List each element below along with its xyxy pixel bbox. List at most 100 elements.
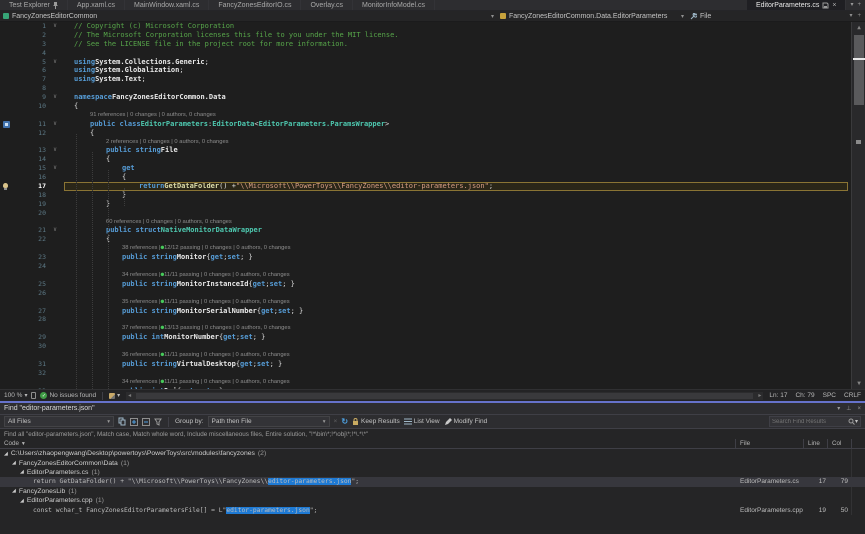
glyph-margin[interactable] [0, 253, 16, 262]
codelens-row[interactable]: 91 references | 0 changes | 0 authors, 0… [0, 111, 865, 120]
glyph-margin[interactable] [0, 191, 16, 200]
horizontal-scrollbar[interactable]: ◂ ▸ [126, 392, 763, 400]
codelens-text[interactable]: 36 references | [122, 351, 161, 360]
close-tab-icon[interactable]: × [832, 2, 836, 9]
glyph-margin[interactable] [0, 244, 16, 253]
tab-app-xaml-cs[interactable]: App.xaml.cs [68, 0, 125, 10]
filter-icon[interactable] [154, 418, 162, 426]
glyph-margin[interactable] [0, 129, 16, 138]
search-find-results-input[interactable] [772, 419, 848, 425]
tree-expand-icon[interactable]: ◢ [4, 451, 8, 457]
codelens-text[interactable]: 34 references | [122, 378, 161, 387]
code-line[interactable]: 12{ [0, 129, 865, 138]
glyph-margin[interactable] [0, 138, 16, 147]
find-panel-titlebar[interactable]: Find "editor-parameters.json" ▾ ⊥ × [0, 403, 865, 414]
codelens-text[interactable]: 91 references | 0 changes | 0 authors, 0… [90, 111, 216, 120]
fold-collapse-icon[interactable]: ∨ [46, 58, 64, 67]
code-line[interactable]: 28 [0, 315, 865, 324]
codelens-row[interactable]: 35 references | ● 11/11 passing | 0 chan… [0, 298, 865, 307]
codelens-text[interactable]: 38 references | [122, 244, 161, 253]
code-line[interactable]: 22{ [0, 235, 865, 244]
code-line[interactable]: 25public string MonitorInstanceId { get;… [0, 280, 865, 289]
save-icon[interactable] [822, 2, 829, 9]
scope-dropdown[interactable]: All Files ▾ [4, 416, 114, 427]
horizontal-scrollbar-thumb[interactable] [136, 393, 753, 399]
split-window-icon[interactable]: + [857, 13, 861, 19]
search-icon[interactable] [848, 418, 855, 425]
close-panel-icon[interactable]: × [857, 406, 861, 412]
code-line[interactable]: 30 [0, 342, 865, 351]
codelens-text[interactable]: 11/11 passing | 0 changes | 0 authors, 0… [164, 351, 290, 360]
codelens-row[interactable]: 34 references | ● 11/11 passing | 0 chan… [0, 271, 865, 280]
glyph-margin[interactable] [0, 235, 16, 244]
pin-icon[interactable]: ⊥ [846, 405, 851, 412]
glyph-margin[interactable] [0, 155, 16, 164]
code-line[interactable]: 9∨namespace FancyZonesEditorCommon.Data [0, 93, 865, 102]
codelens-text[interactable]: 34 references | [122, 271, 161, 280]
margin-reference-icon[interactable] [3, 121, 10, 128]
glyph-margin[interactable] [0, 262, 16, 271]
glyph-margin[interactable] [0, 75, 16, 84]
code-line[interactable]: 23public string Monitor { get; set; } [0, 253, 865, 262]
line-ending-indicator[interactable]: CRLF [840, 392, 865, 399]
glyph-margin[interactable] [0, 298, 16, 307]
codelens-text[interactable]: 35 references | [122, 298, 161, 307]
glyph-margin[interactable] [0, 324, 16, 333]
codelens-text[interactable]: 2 references | 0 changes | 0 authors, 0 … [106, 138, 229, 147]
scroll-right-icon[interactable]: ▸ [758, 392, 761, 399]
glyph-margin[interactable] [0, 58, 16, 67]
code-line[interactable]: 1∨// Copyright (c) Microsoft Corporation [0, 22, 865, 31]
tab-list-chevron-icon[interactable]: ▾ [850, 2, 853, 8]
window-position-icon[interactable]: ▾ [837, 405, 840, 412]
glyph-margin[interactable] [0, 280, 16, 289]
tree-expand-icon[interactable]: ◢ [12, 460, 16, 466]
class-dropdown[interactable]: FancyZonesEditorCommon.Data.EditorParame… [497, 11, 687, 22]
scrollbar-thumb[interactable] [854, 35, 864, 105]
codelens-row[interactable]: 37 references | ● 13/13 passing | 0 chan… [0, 324, 865, 333]
scroll-down-icon[interactable]: ▼ [852, 379, 865, 388]
tab-editorparameters[interactable]: EditorParameters.cs × [747, 0, 847, 10]
glyph-margin[interactable] [0, 182, 16, 191]
code-line[interactable]: 24 [0, 262, 865, 271]
glyph-margin[interactable] [0, 173, 16, 182]
code-line[interactable]: 6using System.Globalization; [0, 66, 865, 75]
project-dropdown[interactable]: FancyZonesEditorCommon ▾ [0, 11, 497, 22]
tab-test-explorer[interactable]: Test Explorer [0, 0, 68, 10]
codelens-text[interactable]: 11/11 passing | 0 changes | 0 authors, 0… [164, 378, 290, 387]
glyph-margin[interactable] [0, 111, 16, 120]
tree-expand-icon[interactable]: ◢ [20, 469, 24, 475]
indent-mode-indicator[interactable]: SPC [819, 392, 840, 399]
code-line[interactable]: 10{ [0, 102, 865, 111]
glyph-margin[interactable] [0, 164, 16, 173]
code-line[interactable]: 17return GetDataFolder() + "\\Microsoft\… [0, 182, 865, 191]
fold-collapse-icon[interactable]: ∨ [46, 22, 64, 31]
lightbulb-icon[interactable] [3, 183, 8, 188]
code-line[interactable]: 4 [0, 49, 865, 58]
copy-icon[interactable] [118, 417, 126, 426]
find-result-group[interactable]: ◢FancyZonesEditorCommon\Data(1) [0, 458, 865, 467]
fold-collapse-icon[interactable]: ∨ [46, 146, 64, 155]
find-result-group[interactable]: ◢EditorParameters.cpp(1) [0, 496, 865, 505]
column-divider[interactable] [803, 439, 804, 449]
fold-collapse-icon[interactable]: ∨ [46, 120, 64, 129]
chevron-down-icon[interactable]: ▾ [855, 419, 858, 425]
fold-collapse-icon[interactable]: ∨ [46, 93, 64, 102]
codelens-text[interactable]: 13/13 passing | 0 changes | 0 authors, 0… [164, 324, 290, 333]
modify-find-button[interactable]: Modify Find [444, 418, 488, 426]
column-divider[interactable] [851, 439, 852, 449]
codelens-row[interactable]: 60 references | 0 changes | 0 authors, 0… [0, 218, 865, 227]
group-by-dropdown[interactable]: Path then File ▾ [208, 416, 330, 427]
code-line[interactable]: 15∨get [0, 164, 865, 173]
glyph-margin[interactable] [0, 66, 16, 75]
code-line[interactable]: 21∨public struct NativeMonitorDataWrappe… [0, 226, 865, 235]
list-view-button[interactable]: List View [404, 418, 440, 425]
glyph-margin[interactable] [0, 369, 16, 378]
code-line[interactable]: 26 [0, 289, 865, 298]
code-line[interactable]: 14{ [0, 155, 865, 164]
column-divider[interactable] [735, 439, 736, 449]
fold-collapse-icon[interactable]: ∨ [46, 164, 64, 173]
glyph-margin[interactable] [0, 84, 16, 93]
chevron-down-icon[interactable]: ▾ [849, 13, 852, 19]
health-indicator[interactable]: ✓ No issues found [36, 392, 100, 399]
code-line[interactable]: 32 [0, 369, 865, 378]
